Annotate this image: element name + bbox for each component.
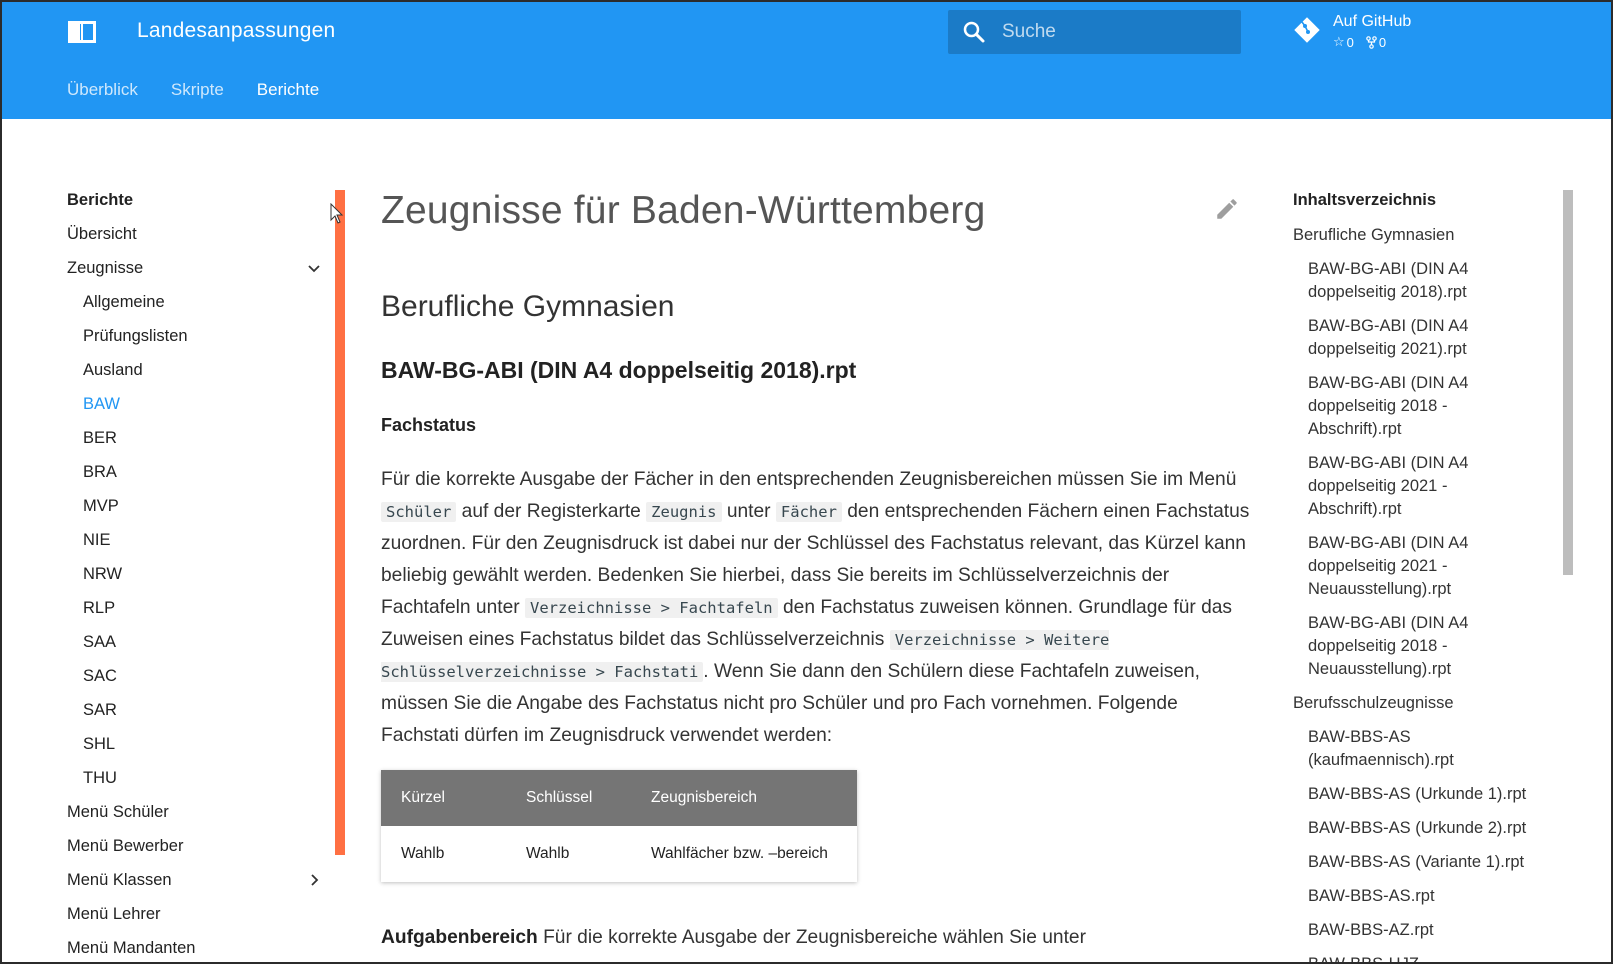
nav-item-shl[interactable]: SHL bbox=[67, 734, 322, 768]
nav-item-bra[interactable]: BRA bbox=[67, 462, 322, 496]
repo-name: Auf GitHub bbox=[1333, 13, 1412, 30]
nav-item-mvp[interactable]: MVP bbox=[67, 496, 322, 530]
nav-item-menue-bewerber[interactable]: Menü Bewerber bbox=[67, 836, 322, 870]
code-inline: Verzeichnisse > Fachtafeln bbox=[525, 598, 778, 618]
toc-item[interactable]: BAW-BBS-AS (kaufmaennisch).rpt bbox=[1293, 726, 1543, 772]
toc-item[interactable]: BAW-BBS-AS (Urkunde 2).rpt bbox=[1293, 817, 1543, 840]
toc-item[interactable]: BAW-BBS-AZ.rpt bbox=[1293, 919, 1543, 942]
aufgabenbereich-label: Aufgabenbereich bbox=[381, 927, 538, 948]
primary-nav: Berichte Übersicht Zeugnisse Allgemeine … bbox=[67, 190, 322, 962]
nav-item-menue-lehrer[interactable]: Menü Lehrer bbox=[67, 904, 322, 938]
table-of-contents: Inhaltsverzeichnis Berufliche Gymnasien … bbox=[1293, 190, 1543, 962]
pencil-icon[interactable] bbox=[1214, 196, 1240, 222]
git-icon bbox=[1294, 17, 1320, 43]
nav-item-allgemeine[interactable]: Allgemeine bbox=[67, 292, 322, 326]
book-icon[interactable] bbox=[68, 21, 96, 43]
header: Landesanpassungen Auf GitHub ☆ 0 bbox=[2, 2, 1611, 119]
repo-forks-count: 0 bbox=[1378, 34, 1387, 50]
toc-item[interactable]: Berufsschulzeugnisse bbox=[1293, 692, 1543, 715]
text: auf der Registerkarte bbox=[456, 501, 647, 522]
toc-item[interactable]: BAW-BBS-AS (Variante 1).rpt bbox=[1293, 851, 1543, 874]
nav-scrollbar[interactable] bbox=[335, 190, 345, 855]
nav-item-ausland[interactable]: Ausland bbox=[67, 360, 322, 394]
nav-item-sac[interactable]: SAC bbox=[67, 666, 322, 700]
chevron-right-icon[interactable] bbox=[306, 872, 322, 888]
toc-item[interactable]: BAW-BBS-HJZ bbox=[1293, 953, 1543, 962]
toc-item[interactable]: BAW-BG-ABI (DIN A4 doppelseitig 2021).rp… bbox=[1293, 315, 1543, 361]
repo-stars-count: 0 bbox=[1346, 34, 1354, 50]
nav-item-nie[interactable]: NIE bbox=[67, 530, 322, 564]
table-cell: Wahlb bbox=[401, 845, 445, 862]
toc-item[interactable]: BAW-BG-ABI (DIN A4 doppelseitig 2018 - A… bbox=[1293, 372, 1543, 441]
toc-item[interactable]: BAW-BBS-AS (Urkunde 1).rpt bbox=[1293, 783, 1543, 806]
mouse-cursor-icon bbox=[330, 203, 344, 224]
fork-icon bbox=[1366, 35, 1377, 49]
text: unter bbox=[721, 501, 776, 522]
nav-item-menue-schueler[interactable]: Menü Schüler bbox=[67, 802, 322, 836]
toc-item[interactable]: BAW-BBS-AS.rpt bbox=[1293, 885, 1543, 908]
nav-item-sar[interactable]: SAR bbox=[67, 700, 322, 734]
subsection-heading: BAW-BG-ABI (DIN A4 doppelseitig 2018).rp… bbox=[381, 357, 857, 383]
toc-item[interactable]: BAW-BG-ABI (DIN A4 doppelseitig 2018).rp… bbox=[1293, 258, 1543, 304]
search-icon bbox=[963, 21, 985, 43]
column-header: Zeugnisbereich bbox=[651, 789, 757, 806]
browser-frame: Landesanpassungen Auf GitHub ☆ 0 bbox=[0, 0, 1613, 964]
nav-item-label: Zeugnisse bbox=[67, 259, 144, 277]
text: Für die korrekte Ausgabe der Fächer in d… bbox=[381, 469, 1237, 490]
site-title[interactable]: Landesanpassungen bbox=[137, 19, 335, 43]
fachstatus-paragraph: Für die korrekte Ausgabe der Fächer in d… bbox=[381, 464, 1251, 752]
column-header: Schlüssel bbox=[526, 789, 593, 806]
nav-item-baw[interactable]: BAW bbox=[67, 394, 322, 428]
chevron-down-icon[interactable] bbox=[306, 260, 322, 276]
nav-item-zeugnisse[interactable]: Zeugnisse bbox=[67, 258, 322, 292]
toc-item[interactable]: Berufliche Gymnasien bbox=[1293, 224, 1543, 247]
aufgabenbereich-paragraph: Aufgabenbereich Für die korrekte Ausgabe… bbox=[381, 922, 1251, 954]
nav-title: Berichte bbox=[67, 191, 134, 209]
nav-item-menue-mandanten[interactable]: Menü Mandanten bbox=[67, 938, 322, 962]
nav-item-nrw[interactable]: NRW bbox=[67, 564, 322, 598]
repo-forks: 0 bbox=[1366, 34, 1386, 50]
star-icon: ☆ bbox=[1333, 34, 1345, 49]
nav-item-label: Menü Klassen bbox=[67, 871, 172, 889]
table-header: Kürzel Schlüssel Zeugnisbereich bbox=[381, 770, 857, 826]
tab-berichte[interactable]: Berichte bbox=[257, 80, 319, 100]
toc-item[interactable]: BAW-BG-ABI (DIN A4 doppelseitig 2021 - N… bbox=[1293, 532, 1543, 601]
search-box[interactable] bbox=[948, 10, 1241, 54]
toc-title: Inhaltsverzeichnis bbox=[1293, 191, 1437, 209]
repo-facts: ☆ 0 0 bbox=[1333, 34, 1386, 50]
page-title: Zeugnisse für Baden-Württemberg bbox=[381, 189, 986, 232]
nav-item-thu[interactable]: THU bbox=[67, 768, 322, 802]
nav-item-saa[interactable]: SAA bbox=[67, 632, 322, 666]
fachstatus-heading: Fachstatus bbox=[381, 415, 477, 435]
toc-scrollbar[interactable] bbox=[1563, 190, 1573, 575]
tabs: Überblick Skripte Berichte bbox=[67, 80, 319, 100]
column-header: Kürzel bbox=[401, 789, 445, 806]
search-input[interactable] bbox=[1002, 10, 1232, 54]
text: Für die korrekte Ausgabe der Zeugnisbere… bbox=[537, 927, 1086, 948]
tab-ueberblick[interactable]: Überblick bbox=[67, 80, 138, 100]
nav-item-rlp[interactable]: RLP bbox=[67, 598, 322, 632]
table-cell: Wahlb bbox=[526, 845, 570, 862]
section-heading: Berufliche Gymnasien bbox=[381, 290, 675, 323]
toc-item[interactable]: BAW-BG-ABI (DIN A4 doppelseitig 2018 - N… bbox=[1293, 612, 1543, 681]
toc-item[interactable]: BAW-BG-ABI (DIN A4 doppelseitig 2021 - A… bbox=[1293, 452, 1543, 521]
page-header: Zeugnisse für Baden-Württemberg bbox=[381, 187, 1241, 235]
table-cell: Wahlfächer bzw. –bereich bbox=[651, 845, 828, 862]
table-row: Wahlb Wahlb Wahlfächer bzw. –bereich bbox=[381, 826, 857, 882]
code-inline: Zeugnis bbox=[646, 502, 722, 522]
code-inline: Schüler bbox=[381, 502, 457, 522]
nav-item-ber[interactable]: BER bbox=[67, 428, 322, 462]
code-inline: Fächer bbox=[775, 502, 842, 522]
nav-item-menue-klassen[interactable]: Menü Klassen bbox=[67, 870, 322, 904]
nav-item-uebersicht[interactable]: Übersicht bbox=[67, 224, 322, 258]
tab-skripte[interactable]: Skripte bbox=[171, 80, 224, 100]
fachstati-table: Kürzel Schlüssel Zeugnisbereich Wahlb Wa… bbox=[381, 770, 857, 882]
repo-stars: ☆ 0 bbox=[1333, 34, 1354, 50]
nav-item-pruefungslisten[interactable]: Prüfungslisten bbox=[67, 326, 322, 360]
